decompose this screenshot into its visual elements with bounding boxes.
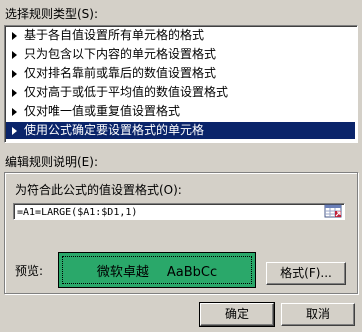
- cancel-button[interactable]: 取消: [281, 303, 355, 326]
- rule-type-item-average[interactable]: 仅对高于或低于平均值的数值设置格式: [6, 84, 355, 101]
- rule-type-item-top-bottom[interactable]: 仅对排名靠前或靠后的数值设置格式: [6, 65, 355, 82]
- formula-input[interactable]: =A1=LARGE($A1:$D1,1): [13, 203, 345, 220]
- rule-type-item-each-value[interactable]: 基于各自值设置所有单元格的格式: [6, 27, 355, 44]
- format-preview: 微软卓越 AaBbCc: [58, 252, 256, 288]
- triangle-right-icon: [12, 108, 17, 116]
- rule-type-list[interactable]: 基于各自值设置所有单元格的格式 只为包含以下内容的单元格设置格式 仅对排名靠前或…: [4, 25, 358, 143]
- rule-type-label: 选择规则类型(S):: [5, 7, 99, 21]
- preview-text-cjk: 微软卓越: [96, 265, 149, 280]
- rule-type-item-label: 仅对排名靠前或靠后的数值设置格式: [24, 66, 217, 80]
- collapse-dialog-icon: [324, 204, 342, 218]
- rule-type-item-label: 使用公式确定要设置格式的单元格: [24, 123, 205, 137]
- preview-sample-text: 微软卓越 AaBbCc: [59, 261, 255, 280]
- rule-description-label: 编辑规则说明(E):: [5, 155, 98, 169]
- rule-type-item-label: 只为包含以下内容的单元格设置格式: [24, 47, 217, 61]
- rule-type-item-label: 仅对唯一值或重复值设置格式: [24, 104, 181, 118]
- formula-label: 为符合此公式的值设置格式(O):: [15, 183, 182, 197]
- ok-button[interactable]: 确定: [199, 302, 275, 327]
- rule-type-item-contains[interactable]: 只为包含以下内容的单元格设置格式: [6, 46, 355, 63]
- rule-type-item-unique-duplicate[interactable]: 仅对唯一值或重复值设置格式: [6, 103, 355, 120]
- triangle-right-icon: [12, 70, 17, 78]
- rule-type-item-label: 基于各自值设置所有单元格的格式: [24, 28, 205, 42]
- preview-label: 预览:: [15, 264, 44, 278]
- triangle-right-icon: [12, 127, 17, 135]
- triangle-right-icon: [12, 89, 17, 97]
- rule-type-item-label: 仅对高于或低于平均值的数值设置格式: [24, 85, 229, 99]
- preview-text-latin: AaBbCc: [166, 265, 218, 280]
- format-button[interactable]: 格式(F)...: [266, 262, 346, 285]
- rule-type-item-formula[interactable]: 使用公式确定要设置格式的单元格: [6, 122, 355, 139]
- triangle-right-icon: [12, 32, 17, 40]
- triangle-right-icon: [12, 51, 17, 59]
- range-select-button[interactable]: [324, 204, 343, 219]
